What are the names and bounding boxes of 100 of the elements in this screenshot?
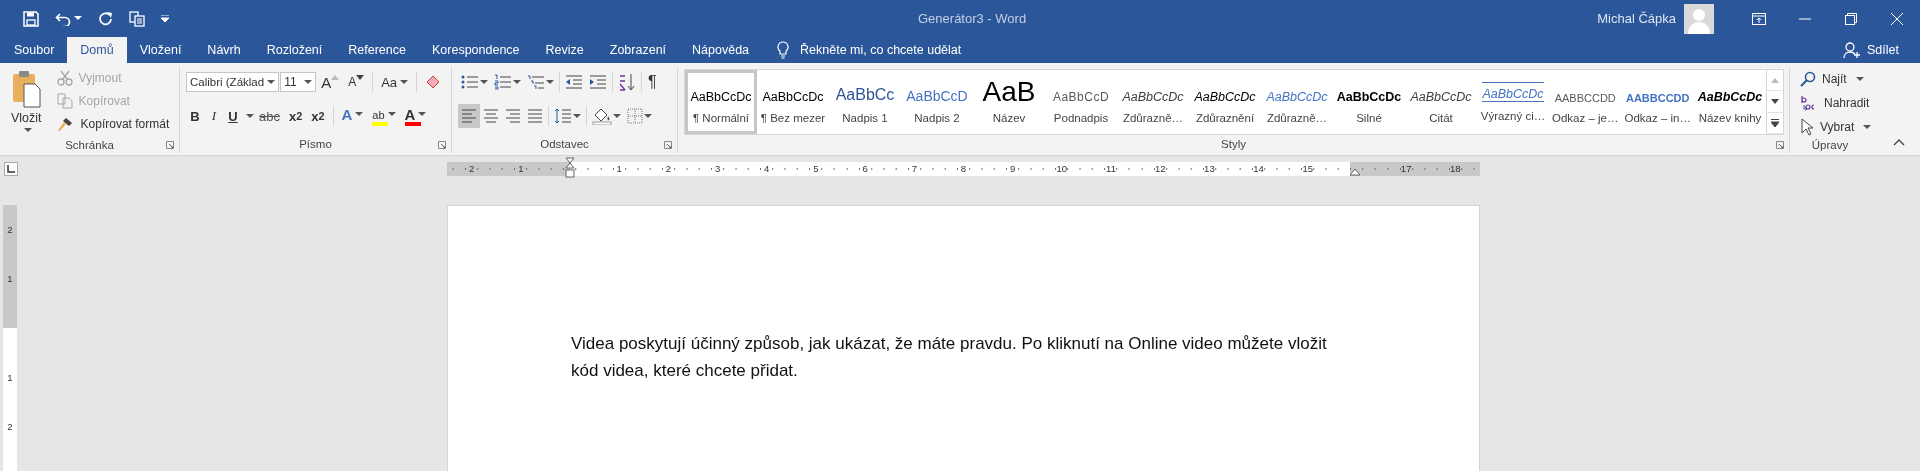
launcher-icon — [664, 141, 672, 149]
style-item[interactable]: AaBbCc Nadpis 1 — [829, 70, 901, 134]
ribbon-tab[interactable]: Reference — [335, 37, 419, 63]
style-item[interactable]: AaB Název — [973, 70, 1045, 134]
ribbon-tab[interactable]: Vložení — [126, 37, 195, 63]
caret-icon — [355, 112, 364, 117]
dialog-launcher[interactable] — [1775, 140, 1785, 150]
caret-icon — [513, 79, 521, 85]
dialog-launcher[interactable] — [437, 140, 447, 150]
ribbon-tab[interactable]: Domů — [67, 37, 127, 63]
collapse-icon — [1893, 138, 1905, 146]
launcher-icon — [166, 141, 174, 149]
caret-icon — [1855, 76, 1864, 82]
caret-icon — [1863, 124, 1872, 130]
style-item[interactable]: AaBbCcDc Zdůrazně… — [1261, 70, 1333, 134]
paste-button[interactable]: Vložit — [6, 67, 47, 136]
style-item[interactable]: AABBCCDD Odkaz – in… — [1621, 70, 1694, 134]
down-triangle-icon — [356, 75, 365, 80]
style-item[interactable]: AaBbCcDc ¶ Bez mezer — [757, 70, 829, 134]
ribbon-tab[interactable]: Zobrazení — [596, 37, 680, 63]
collapse-ribbon-button[interactable] — [1892, 137, 1906, 147]
text-effects-letter: A — [341, 106, 353, 123]
underline-button[interactable]: U — [224, 105, 242, 127]
ribbon-tab[interactable]: Nápověda — [679, 37, 763, 63]
shrink-font-button[interactable]: A — [344, 71, 369, 93]
person-plus-icon — [1843, 41, 1862, 59]
ruler-number: 10 — [1055, 162, 1069, 175]
group-label: Styly — [1221, 138, 1246, 150]
clipboard-icon — [11, 70, 42, 108]
ribbon-tab[interactable]: Rozložení — [253, 37, 336, 63]
user-name: Michal Čápka — [1597, 11, 1676, 26]
tell-me-field[interactable]: Řekněte mi, co chcete udělat — [798, 42, 1063, 58]
expand-icon — [1771, 119, 1779, 128]
save-icon — [23, 10, 39, 27]
ruler-number: 14 — [1252, 162, 1265, 175]
caret-icon — [304, 79, 313, 85]
launcher-icon — [1776, 141, 1784, 149]
align-left-icon — [461, 109, 477, 123]
ruler-number: 5 — [812, 162, 820, 175]
ruler-number: 1 — [615, 162, 623, 175]
dialog-launcher[interactable] — [165, 140, 175, 150]
ruler-number: 2 — [467, 162, 476, 175]
bullet-list-icon — [461, 74, 479, 90]
ribbon-tab[interactable]: Revize — [532, 37, 597, 63]
window-title: Generátor3 - Word — [918, 11, 1028, 26]
style-item[interactable]: AaBbCcDc ¶ Normální — [685, 70, 757, 134]
ruler-number: 7 — [910, 162, 918, 175]
ruler-number: 12 — [1153, 162, 1167, 175]
strike-button[interactable]: abc — [255, 105, 284, 127]
decrease-indent-icon — [565, 75, 583, 89]
italic-button[interactable]: I — [205, 105, 223, 127]
font-size-field[interactable]: 11 — [280, 72, 317, 92]
font-name-field[interactable]: Calibri (Základ — [186, 72, 280, 92]
style-item[interactable]: AaBbCcDc Silné — [1333, 70, 1405, 134]
select-button[interactable]: Vybrat — [1796, 117, 1876, 137]
line-spacing-icon — [554, 108, 572, 124]
style-item[interactable]: AaBbCcDc Zdůrazně… — [1117, 70, 1189, 134]
style-item[interactable]: AaBbCcDc Zdůraznění — [1189, 70, 1261, 134]
ribbon-tab[interactable]: Návrh — [194, 37, 254, 63]
show-marks-button[interactable]: ¶ — [644, 71, 661, 93]
caret-icon — [267, 79, 276, 85]
grow-font-button[interactable]: A — [317, 71, 344, 93]
ribbon-tab[interactable]: Korespondence — [419, 37, 533, 63]
avatar-icon — [1684, 3, 1714, 34]
numbered-list-icon — [494, 74, 512, 90]
share-button[interactable]: Sdílet — [1842, 37, 1900, 63]
format-painter-button[interactable]: Kopírovat formát — [52, 114, 174, 134]
dialog-launcher[interactable] — [663, 140, 673, 150]
tab-selector-button[interactable] — [4, 161, 18, 176]
style-item[interactable]: AaBbCcDc Citát — [1405, 70, 1477, 134]
change-case-button[interactable]: Aa — [377, 71, 413, 93]
ribbon-tab[interactable]: Soubor — [1, 37, 68, 63]
caret-icon — [74, 16, 82, 21]
style-item[interactable]: AaBbCcDc Výrazný ci… — [1477, 70, 1549, 134]
find-button[interactable]: Najít — [1796, 69, 1876, 89]
style-item[interactable]: AABBCCDD Odkaz – je… — [1549, 70, 1622, 134]
caret-icon — [23, 128, 32, 133]
ruler-number: 17 — [1399, 162, 1413, 175]
ruler-number: 2 — [664, 162, 672, 175]
ruler-number: 1 — [517, 162, 525, 175]
replace-button[interactable]: Nahradit — [1796, 93, 1876, 113]
style-item[interactable]: AaBbCcD Podnadpis — [1045, 70, 1117, 134]
style-item[interactable]: AaBbCcD Nadpis 2 — [901, 70, 973, 134]
align-justify-icon — [527, 109, 543, 123]
text-effects-button[interactable]: A — [337, 105, 368, 127]
font-color-button[interactable]: A — [400, 105, 431, 127]
ribbon-display-icon — [1752, 12, 1766, 25]
style-item[interactable]: AaBbCcDc Název knihy — [1693, 70, 1766, 134]
align-right-icon — [505, 109, 521, 123]
group-label: Písmo — [299, 138, 332, 150]
shading-icon — [592, 107, 612, 125]
ruler-number: 9 — [1009, 162, 1017, 175]
bold-button[interactable]: B — [186, 105, 204, 127]
align-center-icon — [483, 109, 499, 123]
tab-stop-icon — [6, 163, 16, 174]
lightbulb-icon — [776, 41, 791, 59]
highlight-button[interactable]: ab — [368, 105, 400, 127]
caret-icon — [387, 112, 396, 117]
body-paragraph: Videa poskytují účinný způsob, jak ukázat, že máte pravdu. Po kliknutí na Online video můžete vložit kód videa, které chcete přidat. — [571, 333, 1328, 382]
search-icon — [1800, 71, 1816, 87]
